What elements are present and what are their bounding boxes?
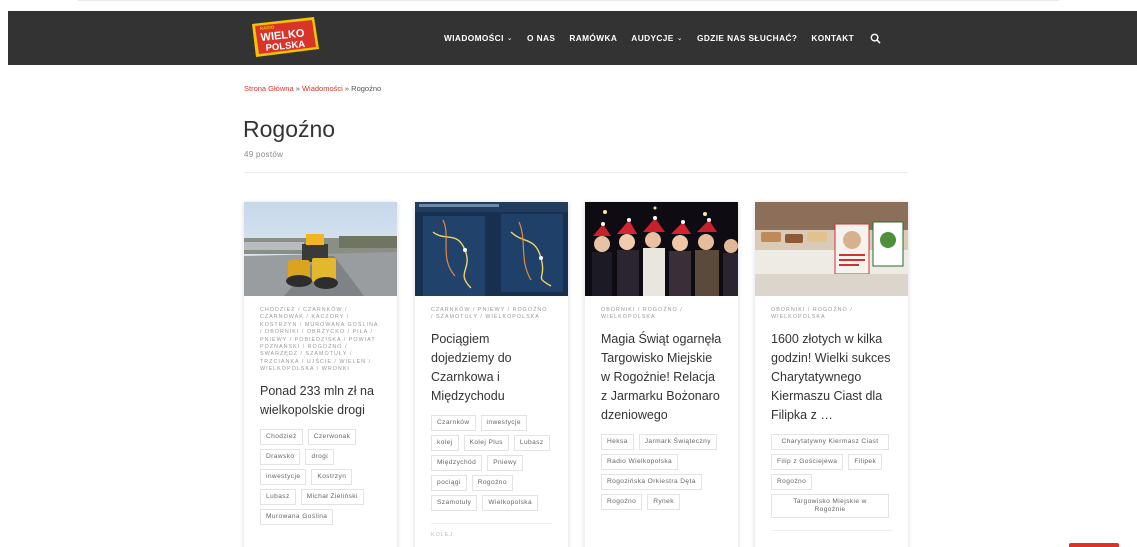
tag[interactable]: Drawsko — [260, 448, 301, 465]
post-thumbnail-rail-map[interactable] — [415, 202, 568, 296]
post-categories[interactable]: OBORNIKI / ROGOŹNO / WIELKOPOLSKA — [771, 307, 892, 322]
tag[interactable]: Wielkopolska — [482, 494, 539, 511]
post-tags: Charytatywny Kiermasz Ciast Filip z Gośc… — [771, 433, 892, 518]
tag[interactable]: Szamotuły — [431, 494, 478, 511]
search-icon[interactable] — [870, 33, 881, 44]
post-card: CHODZIEŻ / CZARNKÓW / CZARNOWAK / KACZOR… — [244, 202, 397, 547]
breadcrumb: Strona Główna » Wiadomości » Rogoźno — [244, 84, 381, 93]
header-divider — [244, 172, 908, 173]
tag[interactable]: Kostrzyn — [311, 468, 353, 485]
tag[interactable]: inwestycje — [260, 468, 307, 485]
back-to-top-button[interactable] — [1069, 543, 1119, 547]
nav-gdzie-nas-sluchac[interactable]: GDZIE NAS SŁUCHAĆ? — [697, 33, 797, 43]
post-thumbnail-road-roller[interactable] — [244, 202, 397, 296]
breadcrumb-separator: » — [293, 84, 302, 93]
post-card: OBORNIKI / ROGOŹNO / WIELKOPOLSKA Magia … — [585, 202, 738, 547]
post-thumbnail-bake-sale[interactable] — [755, 202, 908, 296]
radio-wielkopolska-logo[interactable]: RADIO WIELKO POLSKA — [246, 14, 322, 60]
tag[interactable]: pociągi — [431, 474, 467, 491]
chevron-down-icon: ⌄ — [676, 35, 684, 42]
tag[interactable]: Rogoźno — [601, 493, 643, 510]
tag[interactable]: Targowisko Miejskie w Rogoźnie — [771, 493, 889, 518]
page: RADIO WIELKO POLSKA WIADOMOŚCI ⌄ O NAS R… — [0, 0, 1137, 547]
post-card: CZARNKÓW / PNIEWY / ROGOŹNO / SZAMOTUŁY … — [415, 202, 568, 547]
tag[interactable]: Radio Wielkopolska — [601, 453, 679, 470]
tag[interactable]: drogi — [305, 448, 335, 465]
tag[interactable]: Lubasz — [260, 488, 296, 505]
tag[interactable]: Międzychód — [431, 454, 483, 471]
post-title[interactable]: 1600 złotych w kilka godzin! Wielki sukc… — [771, 330, 892, 425]
tag[interactable]: Rynek — [647, 493, 680, 510]
breadcrumb-home-link[interactable]: Strona Główna — [244, 84, 294, 93]
tag[interactable]: Michał Zieliński — [300, 488, 364, 505]
nav-kontakt[interactable]: KONTAKT — [811, 33, 854, 43]
card-divider — [431, 522, 552, 524]
breadcrumb-separator: » — [342, 84, 352, 93]
tag[interactable]: Filipek — [848, 453, 883, 470]
post-card: OBORNIKI / ROGOŹNO / WIELKOPOLSKA 1600 z… — [755, 202, 908, 547]
tag[interactable]: inwestycje — [480, 414, 527, 431]
tag[interactable]: Chodzież — [260, 428, 303, 445]
tag[interactable]: Filip z Gościejewa — [771, 453, 844, 470]
page-title: Rogoźno — [243, 116, 336, 142]
tag[interactable]: Rogoźno — [471, 474, 513, 491]
tag[interactable]: Charytatywny Kiermasz Ciast — [771, 433, 889, 450]
nav-ramowka[interactable]: RAMÓWKA — [569, 33, 617, 43]
post-tags: Czarnków inwestycje kolej Kolej Plus Lub… — [431, 414, 552, 511]
tag[interactable]: Rogozińska Orkiestra Dęta — [601, 473, 702, 490]
post-count: 49 postów — [244, 150, 284, 159]
top-border — [78, 0, 1059, 1]
post-tags: Chodzież Czerwonak Drawsko drogi inwesty… — [260, 428, 381, 525]
post-title[interactable]: Pociągiem dojedziemy do Czarnkowa i Międ… — [431, 330, 552, 406]
post-categories[interactable]: CZARNKÓW / PNIEWY / ROGOŹNO / SZAMOTUŁY … — [431, 307, 552, 322]
tag[interactable]: kolej — [431, 434, 459, 451]
tag[interactable]: Czerwonak — [307, 428, 357, 445]
related-category[interactable]: KOLEJ — [431, 532, 552, 538]
tag[interactable]: Jarmark Świąteczny — [638, 433, 717, 450]
tag[interactable]: Heksa — [601, 433, 634, 450]
tag[interactable]: Lubasz — [513, 434, 550, 451]
tag[interactable]: Rogoźno — [771, 473, 813, 490]
post-categories[interactable]: OBORNIKI / ROGOŹNO / WIELKOPOLSKA — [601, 307, 722, 322]
nav-audycje[interactable]: AUDYCJE ⌄ — [631, 33, 683, 43]
site-header: RADIO WIELKO POLSKA WIADOMOŚCI ⌄ O NAS R… — [8, 11, 1137, 65]
post-categories[interactable]: CHODZIEŻ / CZARNKÓW / CZARNOWAK / KACZOR… — [260, 307, 381, 374]
post-title[interactable]: Ponad 233 mln zł na wielkopolskie drogi — [260, 382, 381, 420]
breadcrumb-section-link[interactable]: Wiadomości — [302, 84, 343, 93]
post-tags: Heksa Jarmark Świąteczny Radio Wielkopol… — [601, 433, 722, 510]
nav-o-nas[interactable]: O NAS — [527, 33, 555, 43]
tag[interactable]: Murowana Goślina — [260, 508, 334, 525]
post-thumbnail-christmas-choir[interactable] — [585, 202, 738, 296]
main-nav: WIADOMOŚCI ⌄ O NAS RAMÓWKA AUDYCJE ⌄ GDZ… — [444, 11, 881, 65]
nav-wiadomosci[interactable]: WIADOMOŚCI ⌄ — [444, 33, 513, 43]
tag[interactable]: Pniewy — [487, 454, 523, 471]
post-title[interactable]: Magia Świąt ogarnęła Targowisko Miejskie… — [601, 330, 722, 425]
breadcrumb-current: Rogoźno — [351, 84, 382, 93]
tag[interactable]: Czarnków — [431, 414, 476, 431]
chevron-down-icon: ⌄ — [506, 35, 514, 42]
tag[interactable]: Kolej Plus — [463, 434, 509, 451]
card-divider — [771, 529, 892, 531]
